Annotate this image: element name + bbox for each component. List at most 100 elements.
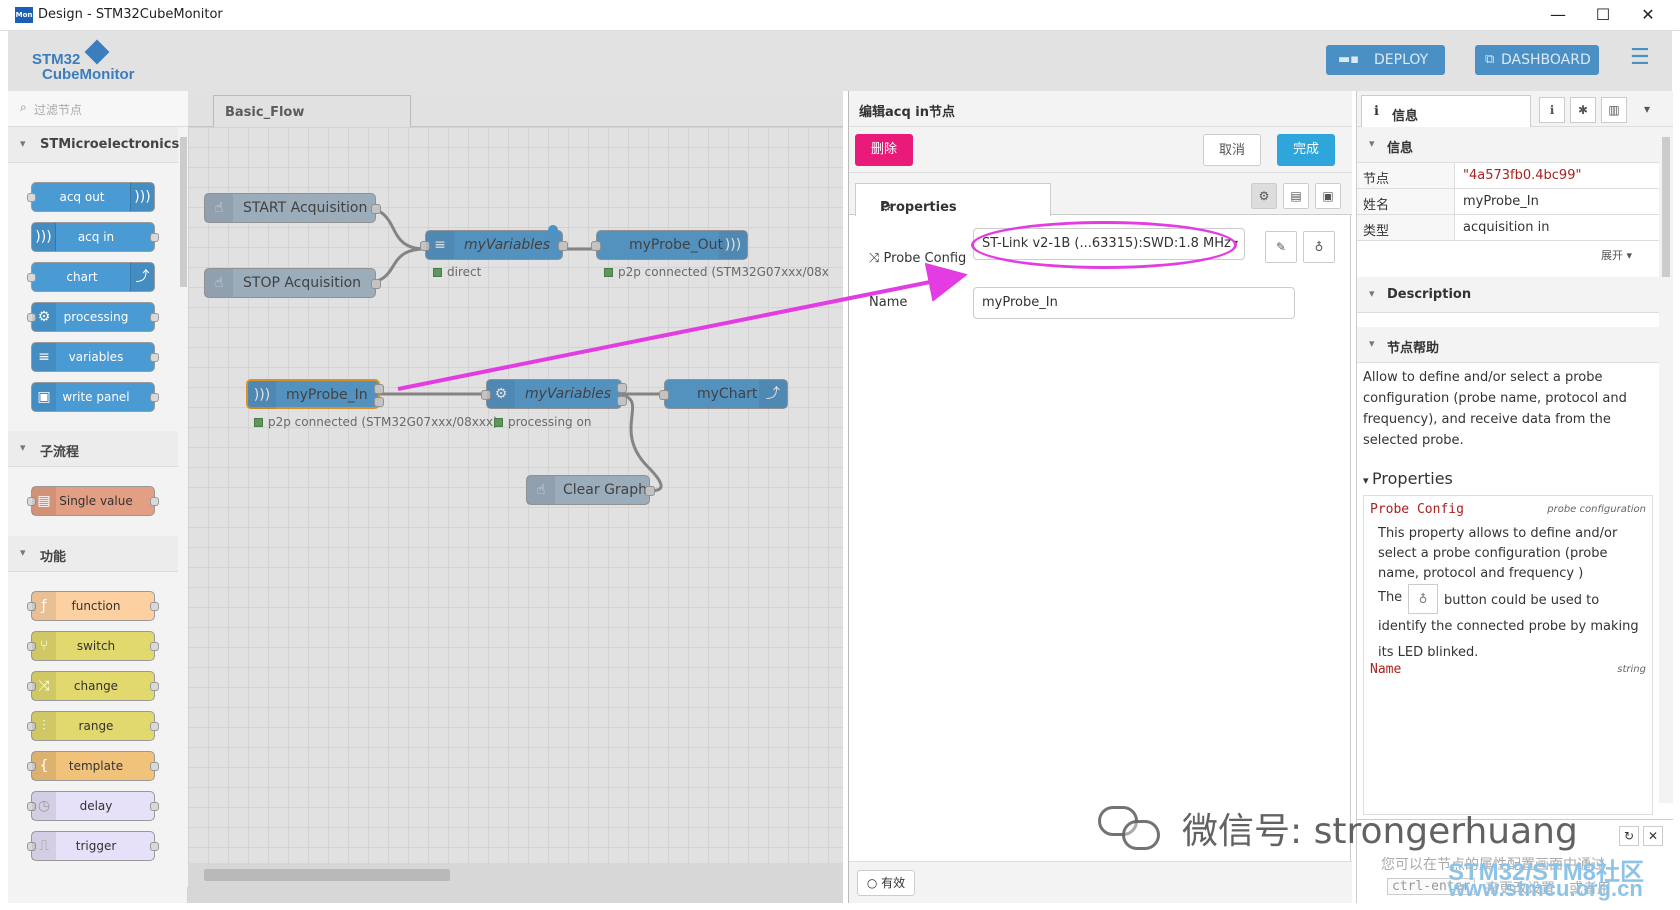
info-icon: ℹ — [1374, 104, 1379, 119]
flow-workspace: Basic_Flow ☝ START Acquisition ☝ STOP Ac… — [188, 91, 843, 903]
palette-node-function[interactable]: ƒ function — [27, 591, 159, 621]
prop-probe-config-desc: This property allows to define and/or se… — [1378, 526, 1618, 581]
palette-node-delay[interactable]: ◷ delay — [27, 791, 159, 821]
chevron-down-icon: ▾ — [20, 137, 26, 150]
node-palette: ⌕ 过滤节点 ▾ STMicroelectronics acq out ))) … — [8, 91, 188, 903]
shuffle-icon: ⤨ — [869, 251, 884, 266]
chart-icon: ⤴ — [130, 263, 154, 291]
minimize-button[interactable]: — — [1544, 4, 1572, 26]
trigger-icon: ⎍ — [32, 832, 56, 860]
palette-node-trigger[interactable]: ⎍ trigger — [27, 831, 159, 861]
palette-node-chart[interactable]: chart ⤴ — [27, 262, 155, 292]
enabled-toggle[interactable]: ○ 有效 — [857, 870, 915, 896]
probe-config-highlight — [971, 221, 1237, 269]
name-label: Name — [869, 295, 908, 310]
menu-icon[interactable]: ☰ — [1630, 47, 1652, 69]
editor-overlay-shade — [188, 91, 843, 903]
window-titlebar: Mon Design - STM32CubeMonitor — ☐ ✕ — [0, 0, 1680, 31]
section-node-help[interactable]: ▾ 节点帮助 — [1357, 327, 1659, 363]
dashboard-button[interactable]: ⧉ DASHBOARD — [1475, 45, 1599, 75]
node-editor-tray: 编辑acq in节点 删除 取消 完成 ⚙ Properties ⚙ ▤ ▣ ⤨… — [848, 91, 1352, 903]
chevron-down-icon: ▾ — [20, 441, 26, 454]
palette-node-processing[interactable]: ⚙ processing — [27, 302, 159, 332]
palette-node-change[interactable]: ⤨ change — [27, 671, 159, 701]
category-function[interactable]: ▾ 功能 — [8, 536, 178, 572]
range-icon: ⫶ — [32, 712, 56, 740]
chevron-down-icon: ▾ — [1369, 287, 1375, 300]
probe-config-label: ⤨ Probe Config — [869, 251, 967, 266]
switch-icon: ⑂ — [32, 632, 56, 660]
prop-name-type: string — [1617, 664, 1646, 675]
done-button[interactable]: 完成 — [1277, 134, 1335, 166]
palette-node-write-panel[interactable]: ▣ write panel — [31, 382, 159, 412]
editor-toolbar: 删除 取消 完成 — [849, 127, 1352, 173]
filter-nodes-input[interactable]: ⌕ 过滤节点 — [8, 91, 188, 127]
section-description[interactable]: ▾ Description — [1357, 277, 1659, 313]
list-icon: ≡ — [32, 343, 56, 371]
appearance-icon[interactable]: ▣ — [1315, 183, 1341, 209]
braces-icon: { — [32, 752, 56, 780]
palette-node-range[interactable]: ⫶ range — [27, 711, 159, 741]
panel-icon: ▣ — [32, 383, 56, 411]
tab-info[interactable]: ℹ 信息 — [1361, 95, 1531, 128]
expand-link[interactable]: 展开 ▾ — [1601, 247, 1632, 263]
document-icon[interactable]: ▤ — [1283, 183, 1309, 209]
chevron-down-icon: ▾ — [1369, 337, 1375, 350]
app-icon: Mon — [15, 7, 33, 23]
delete-button[interactable]: 删除 — [855, 134, 913, 166]
watermark-text: 微信号: strongerhuang — [1182, 811, 1578, 852]
edit-pencil-icon[interactable]: ✎ — [1265, 231, 1297, 263]
deploy-button[interactable]: ▬▪ DEPLOY — [1326, 45, 1445, 75]
stm32-cubemonitor-logo: STM32 CubeMonitor — [32, 39, 142, 85]
deploy-icon: ▬▪ — [1338, 52, 1360, 67]
sidebar-tabs: ℹ 信息 ℹ ✱ ▥ ▾ — [1357, 91, 1673, 128]
maximize-button[interactable]: ☐ — [1589, 4, 1617, 26]
bug-icon[interactable]: ✱ — [1570, 97, 1596, 123]
lightbulb-icon[interactable]: ♁ — [1303, 231, 1335, 263]
section-info[interactable]: ▾ 信息 — [1357, 127, 1659, 163]
bar-chart-icon[interactable]: ▥ — [1601, 97, 1627, 123]
chevron-down-icon: ▾ — [20, 546, 26, 559]
palette-node-acq-out[interactable]: acq out ))) — [27, 182, 155, 212]
editor-tabs: ⚙ Properties ⚙ ▤ ▣ — [849, 173, 1352, 216]
palette-node-acq-in[interactable]: ))) acq in — [31, 222, 159, 252]
palette-node-template[interactable]: { template — [27, 751, 159, 781]
signal-icon: ))) — [32, 223, 56, 251]
properties-heading: ▾ Properties — [1363, 469, 1453, 488]
name-input[interactable]: myProbe_In — [973, 287, 1295, 319]
chevron-down-icon[interactable]: ▾ — [1634, 97, 1660, 123]
subflow-icon: ▤ — [32, 487, 56, 515]
prop-probe-config-type: probe configuration — [1547, 504, 1646, 515]
refresh-icon[interactable]: ↻ — [1619, 826, 1639, 846]
function-icon: ƒ — [32, 592, 56, 620]
prop-btn-post: button could be used to identify the con… — [1378, 593, 1639, 660]
editor-title: 编辑acq in节点 — [849, 91, 1352, 127]
palette-node-single-value[interactable]: ▤ Single value — [27, 486, 159, 516]
chevron-down-icon: ▾ — [1363, 474, 1373, 487]
palette-scrollbar[interactable] — [178, 127, 188, 887]
watermark-site-url: www.stmcu.org.cn — [1448, 876, 1643, 901]
window-title: Design - STM32CubeMonitor — [38, 7, 223, 22]
tab-properties[interactable]: ⚙ Properties — [855, 183, 1051, 216]
clock-icon: ◷ — [32, 792, 56, 820]
app-header: STM32 CubeMonitor ▬▪ DEPLOY ⧉ DASHBOARD … — [8, 31, 1672, 91]
chevron-down-icon: ▾ — [1369, 137, 1375, 150]
prop-name-name: Name — [1370, 662, 1402, 677]
circle-icon: ○ — [866, 876, 882, 890]
close-icon[interactable]: ✕ — [1643, 826, 1663, 846]
palette-node-switch[interactable]: ⑂ switch — [27, 631, 159, 661]
wechat-icon — [1098, 800, 1164, 854]
signal-icon: ))) — [130, 183, 154, 211]
search-icon: ⌕ — [20, 100, 27, 114]
sidebar-scrollbar[interactable] — [1659, 127, 1673, 803]
settings-icon[interactable]: ⚙ — [1251, 183, 1277, 209]
properties-help-box: Probe Config probe configuration This pr… — [1363, 495, 1653, 815]
external-link-icon: ⧉ — [1485, 52, 1495, 67]
category-subflow[interactable]: ▾ 子流程 — [8, 431, 178, 467]
shuffle-icon: ⤨ — [32, 672, 56, 700]
close-button[interactable]: ✕ — [1634, 4, 1662, 26]
category-stmicroelectronics[interactable]: ▾ STMicroelectronics — [8, 127, 179, 163]
palette-node-variables[interactable]: ≡ variables — [31, 342, 159, 372]
cancel-button[interactable]: 取消 — [1203, 134, 1261, 166]
info-icon[interactable]: ℹ — [1539, 97, 1565, 123]
